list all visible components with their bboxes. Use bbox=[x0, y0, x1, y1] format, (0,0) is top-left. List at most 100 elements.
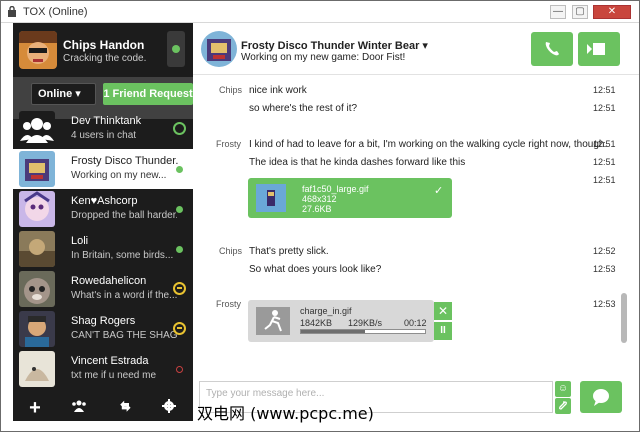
file-size: 27.6KB bbox=[302, 204, 332, 214]
contact-name: Shag Rogers bbox=[71, 315, 136, 327]
contact-status: Working on my new... bbox=[71, 170, 167, 181]
add-friend-icon[interactable]: + bbox=[25, 398, 45, 418]
self-name: Chips Handon bbox=[63, 38, 145, 52]
contact-status: Dropped the ball harder... bbox=[71, 210, 177, 221]
avatar bbox=[19, 31, 57, 69]
list-item[interactable]: Shag Rogers CAN'T BAG THE SHAG bbox=[13, 309, 193, 349]
message-text: That's pretty slick. bbox=[249, 246, 329, 257]
message-author: Chips bbox=[219, 85, 243, 95]
message-text: so where's the rest of it? bbox=[249, 103, 358, 114]
contact-name: Ken♥Ashcorp bbox=[71, 195, 138, 207]
window-title: TOX (Online) bbox=[23, 6, 88, 18]
close-button[interactable]: ✕ bbox=[593, 5, 631, 19]
contact-status: What's in a word if the... bbox=[71, 290, 177, 301]
file-dimensions: 468x312 bbox=[302, 194, 337, 204]
contact-status: txt me if u need me bbox=[71, 370, 157, 381]
file-size: 1842KB bbox=[300, 318, 333, 328]
group-chat-icon[interactable] bbox=[69, 399, 89, 417]
transfer-progress-bar bbox=[300, 329, 426, 334]
message-time: 12:52 bbox=[593, 246, 616, 256]
contact-name: Loli bbox=[71, 235, 89, 247]
file-name: faf1c50_large.gif bbox=[302, 184, 369, 194]
online-status-icon bbox=[176, 166, 183, 173]
contact-status: In Britain, some birds... bbox=[71, 250, 174, 261]
self-status-message[interactable]: Cracking the code. bbox=[63, 53, 146, 64]
minimize-button[interactable]: — bbox=[550, 5, 566, 19]
message-author: Frosty bbox=[216, 139, 242, 149]
contact-list: Dev Thinktank 4 users in chat Frosty Dis… bbox=[13, 109, 193, 389]
contact-name: Rowedahelicon bbox=[71, 275, 147, 287]
chat-peer-status: Working on my new game: Door Fist! bbox=[241, 52, 406, 63]
video-call-button[interactable] bbox=[578, 32, 620, 66]
message-text: So what does yours look like? bbox=[249, 264, 382, 275]
group-icon bbox=[19, 111, 55, 147]
message-author: Frosty bbox=[216, 299, 242, 309]
app-window: TOX (Online) — ▢ ✕ Chips Handon Cracking… bbox=[0, 0, 640, 432]
group-status-icon bbox=[173, 122, 186, 135]
status-toggle-button[interactable] bbox=[167, 31, 185, 67]
list-item[interactable]: Dev Thinktank 4 users in chat bbox=[13, 109, 193, 149]
file-name: charge_in.gif bbox=[300, 306, 352, 316]
offline-status-icon bbox=[176, 366, 183, 373]
online-status-icon bbox=[176, 206, 183, 213]
avatar bbox=[19, 351, 55, 387]
message-input[interactable] bbox=[206, 386, 546, 400]
avatar bbox=[19, 271, 55, 307]
self-profile[interactable]: Chips Handon Cracking the code. bbox=[13, 23, 193, 77]
chat-peer-name[interactable]: Frosty Disco Thunder Winter Bear ▾ bbox=[241, 39, 428, 52]
sidebar-toolbar: + bbox=[13, 395, 193, 421]
contact-name: Dev Thinktank bbox=[71, 115, 142, 127]
contact-status: CAN'T BAG THE SHAG bbox=[71, 330, 177, 341]
lock-icon bbox=[8, 6, 16, 17]
avatar bbox=[201, 31, 237, 67]
time-remaining: 00:12 bbox=[404, 318, 427, 328]
pause-transfer-button[interactable]: II bbox=[434, 322, 452, 340]
maximize-button[interactable]: ▢ bbox=[572, 5, 588, 19]
emoji-button[interactable]: ☺ bbox=[555, 381, 571, 397]
sidebar: Chips Handon Cracking the code. Online ▾… bbox=[13, 23, 193, 421]
file-thumbnail bbox=[256, 184, 286, 212]
message-time: 12:51 bbox=[593, 157, 616, 167]
cancel-transfer-button[interactable]: ✕ bbox=[434, 302, 452, 320]
paperclip-icon bbox=[559, 401, 567, 410]
audio-call-button[interactable] bbox=[531, 32, 573, 66]
video-camera-icon bbox=[587, 43, 605, 55]
avatar bbox=[19, 151, 55, 187]
online-status-icon bbox=[176, 246, 183, 253]
chat-header: Frosty Disco Thunder Winter Bear ▾ Worki… bbox=[193, 23, 639, 75]
message-text: The idea is that he kinda dashes forward… bbox=[249, 157, 466, 168]
watermark: 双电网 (www.pcpc.me) bbox=[197, 404, 374, 423]
list-item[interactable]: Loli In Britain, some birds... bbox=[13, 229, 193, 269]
message-time: 12:53 bbox=[593, 264, 616, 274]
file-transfers-icon[interactable] bbox=[115, 399, 135, 417]
contact-name: Frosty Disco Thunder... bbox=[71, 155, 179, 167]
avatar bbox=[19, 311, 55, 347]
file-transfer-in-progress: charge_in.gif 1842KB 129KB/s 00:12 bbox=[248, 300, 434, 342]
message-time: 12:51 bbox=[593, 85, 616, 95]
transfer-rate: 129KB/s bbox=[348, 318, 383, 328]
friend-request-button[interactable]: 1 Friend Request bbox=[103, 83, 193, 105]
title-bar: TOX (Online) — ▢ ✕ bbox=[1, 1, 639, 23]
gear-icon[interactable] bbox=[159, 399, 179, 417]
online-filter-dropdown[interactable]: Online ▾ bbox=[31, 83, 96, 105]
attach-file-button[interactable] bbox=[555, 398, 571, 414]
send-button[interactable] bbox=[580, 381, 622, 413]
online-status-icon bbox=[172, 45, 180, 53]
transfer-progress-fill bbox=[301, 330, 366, 333]
message-author: Chips bbox=[219, 246, 243, 256]
speech-bubble-icon bbox=[593, 389, 609, 406]
file-transfer-complete[interactable]: faf1c50_large.gif 468x312 27.6KB ✓ bbox=[248, 178, 452, 218]
list-item[interactable]: Ken♥Ashcorp Dropped the ball harder... bbox=[13, 189, 193, 229]
phone-icon bbox=[545, 42, 559, 56]
message-time: 12:51 bbox=[593, 139, 616, 149]
scrollbar-thumb[interactable] bbox=[621, 293, 627, 343]
busy-status-icon bbox=[173, 322, 186, 335]
avatar bbox=[19, 231, 55, 267]
checkmark-icon: ✓ bbox=[434, 185, 444, 197]
message-text: I kind of had to leave for a bit, I'm wo… bbox=[249, 139, 608, 150]
list-item[interactable]: Vincent Estrada txt me if u need me bbox=[13, 349, 193, 389]
list-item[interactable]: Frosty Disco Thunder... Working on my ne… bbox=[13, 149, 193, 189]
list-item[interactable]: Rowedahelicon What's in a word if the... bbox=[13, 269, 193, 309]
message-time: 12:53 bbox=[593, 299, 616, 309]
contact-name: Vincent Estrada bbox=[71, 355, 149, 367]
